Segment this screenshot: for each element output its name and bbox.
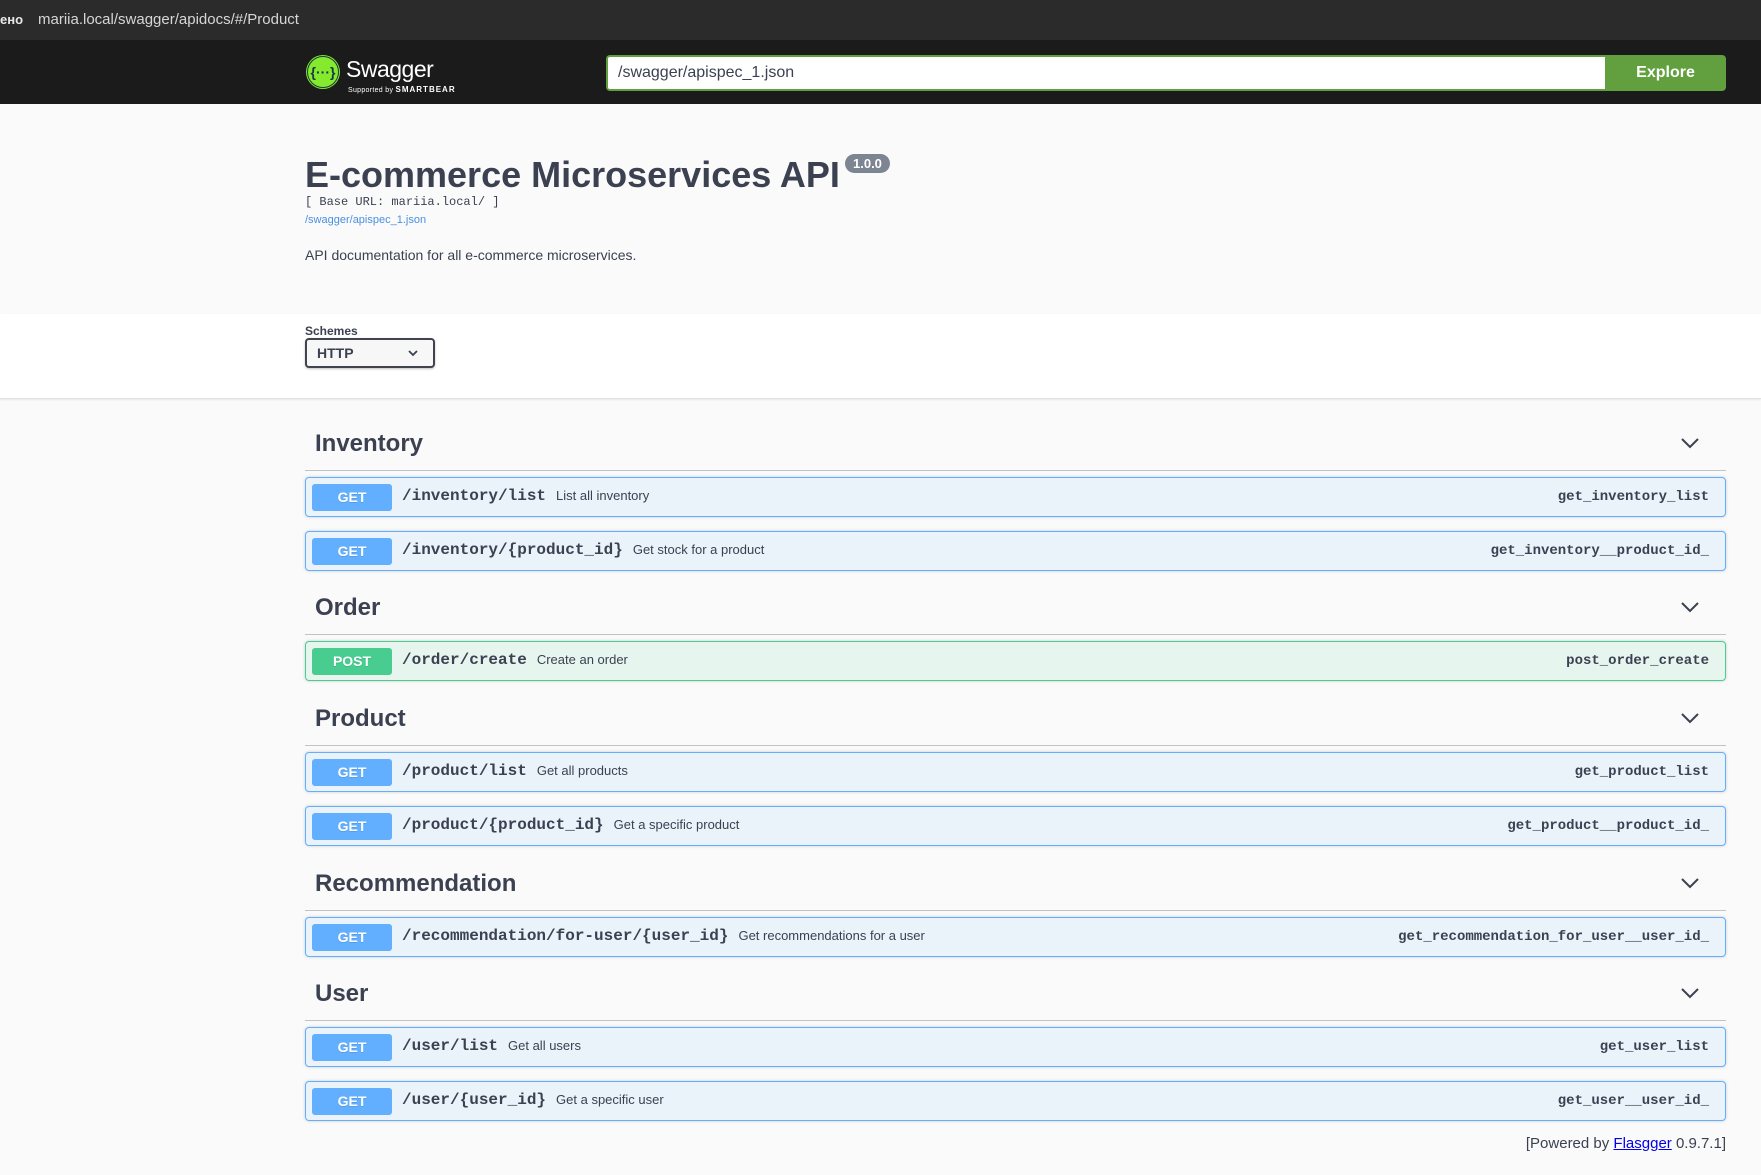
swagger-logo-text: Swagger [346, 56, 434, 82]
operation-id: get_inventory_list [1557, 489, 1709, 505]
operation-id: post_order_create [1566, 653, 1709, 669]
method-badge: GET [312, 538, 392, 565]
browser-address-bar[interactable]: ено mariia.local/swagger/apidocs/#/Produ… [0, 0, 1761, 40]
swagger-logo-icon: {···} [306, 55, 340, 89]
operation-summary: Create an order [536, 652, 628, 667]
operation-summary: Get a specific product [613, 817, 740, 832]
swagger-topbar: {···} Swagger Supported by SMARTBEAR Exp… [0, 40, 1761, 104]
path-text: /product/list [402, 762, 527, 780]
operation-post-order-create[interactable]: POST /order/create Create an order post_o… [305, 641, 1726, 681]
schemes-selected-value: HTTP [317, 345, 354, 361]
operation-summary: Get all users [508, 1038, 581, 1053]
tag-name: Order [315, 594, 381, 621]
operation-get-recommendation-for-user[interactable]: GET /recommendation/for-user/{user_id} Ge… [305, 917, 1726, 957]
path-text: /order/create [402, 651, 527, 669]
logo-sub-prefix: Supported by [348, 87, 394, 94]
operation-get-product-product-id[interactable]: GET /product/{product_id} Get a specific … [305, 806, 1726, 846]
operation-id: get_inventory__product_id_ [1490, 543, 1709, 559]
schemes-section: Schemes HTTP [0, 314, 1761, 399]
method-badge: GET [312, 924, 392, 951]
operation-path: /product/{product_id} Get a specific prod… [402, 816, 739, 834]
operation-get-inventory-list[interactable]: GET /inventory/list List all inventory ge… [305, 477, 1726, 517]
path-text: /product/{product_id} [402, 816, 604, 834]
operation-summary: Get all products [536, 763, 628, 778]
logo-sub-brand: SMARTBEAR [395, 85, 456, 94]
operation-id: get_product__product_id_ [1507, 818, 1709, 834]
tag-section-order: Order POST /order/create Create an order … [305, 582, 1726, 695]
tag-name: Inventory [315, 430, 424, 457]
operation-get-product-list[interactable]: GET /product/list Get all products get_pr… [305, 752, 1726, 792]
chevron-down-icon [408, 350, 418, 357]
tag-name: Recommendation [315, 870, 517, 897]
operation-id: get_recommendation_for_user__user_id_ [1398, 929, 1709, 945]
chevron-down-icon[interactable] [1680, 600, 1700, 614]
tag-name: User [315, 980, 369, 1007]
spec-link[interactable]: /swagger/apispec_1.json [305, 214, 426, 226]
chevron-down-icon[interactable] [1680, 986, 1700, 1000]
operation-path: /recommendation/for-user/{user_id} Get re… [402, 927, 925, 945]
method-badge: GET [312, 1088, 392, 1115]
operation-path: /inventory/{product_id} Get stock for a p… [402, 541, 764, 559]
operation-path: /user/{user_id} Get a specific user [402, 1091, 664, 1109]
security-label: ено [0, 12, 24, 27]
tag-header-product[interactable]: Product [305, 693, 1726, 746]
powered-by-footer: [Powered by Flasgger 0.9.7.1] [1526, 1135, 1726, 1152]
operation-path: /user/list Get all users [402, 1037, 581, 1055]
address-url[interactable]: mariia.local/swagger/apidocs/#/Product [38, 11, 299, 28]
schemes-select[interactable]: HTTP [305, 338, 435, 368]
chevron-down-icon[interactable] [1680, 436, 1700, 450]
method-badge: POST [312, 648, 392, 675]
path-text: /recommendation/for-user/{user_id} [402, 927, 729, 945]
operation-get-user-user-id[interactable]: GET /user/{user_id} Get a specific user g… [305, 1081, 1726, 1121]
operation-id: get_user_list [1599, 1039, 1709, 1055]
tag-section-recommendation: Recommendation GET /recommendation/for-u… [305, 858, 1726, 971]
method-badge: GET [312, 759, 392, 786]
tag-section-inventory: Inventory GET /inventory/list List all in… [305, 418, 1726, 585]
operation-path: /inventory/list List all inventory [402, 487, 649, 505]
tag-name: Product [315, 705, 406, 732]
path-text: /inventory/{product_id} [402, 541, 623, 559]
method-badge: GET [312, 1034, 392, 1061]
base-url: [ Base URL: mariia.local/ ] [305, 195, 500, 209]
api-description: API documentation for all e-commerce mic… [305, 247, 637, 263]
svg-text:{···}: {···} [311, 64, 336, 80]
swagger-logo-sub: Supported by SMARTBEAR [348, 85, 456, 94]
explore-button[interactable]: Explore [1605, 55, 1726, 91]
operation-get-inventory-product-id[interactable]: GET /inventory/{product_id} Get stock for… [305, 531, 1726, 571]
operation-summary: Get a specific user [556, 1092, 664, 1107]
api-title: E-commerce Microservices API [305, 154, 840, 195]
spec-url-input[interactable] [606, 55, 1606, 91]
method-badge: GET [312, 484, 392, 511]
footer-prefix: [Powered by [1525, 1135, 1614, 1152]
chevron-down-icon[interactable] [1680, 876, 1700, 890]
operation-summary: Get recommendations for a user [738, 928, 925, 943]
operation-summary: Get stock for a product [632, 542, 765, 557]
tag-header-recommendation[interactable]: Recommendation [305, 858, 1726, 911]
operation-get-user-list[interactable]: GET /user/list Get all users get_user_lis… [305, 1027, 1726, 1067]
tag-header-user[interactable]: User [305, 968, 1726, 1021]
version-badge: 1.0.0 [845, 154, 890, 173]
operation-id: get_user__user_id_ [1557, 1093, 1709, 1109]
tag-header-order[interactable]: Order [305, 582, 1726, 635]
flasgger-link[interactable]: Flasgger [1613, 1135, 1671, 1152]
operation-path: /order/create Create an order [402, 651, 628, 669]
method-badge: GET [312, 813, 392, 840]
tag-section-product: Product GET /product/list Get all product… [305, 693, 1726, 860]
tag-section-user: User GET /user/list Get all users get_use… [305, 968, 1726, 1135]
path-text: /inventory/list [402, 487, 547, 505]
path-text: /user/{user_id} [402, 1091, 547, 1109]
chevron-down-icon[interactable] [1680, 711, 1700, 725]
operation-summary: List all inventory [556, 488, 650, 503]
tag-header-inventory[interactable]: Inventory [305, 418, 1726, 471]
operation-id: get_product_list [1574, 764, 1709, 780]
footer-suffix: 0.9.7.1] [1671, 1135, 1726, 1152]
operation-path: /product/list Get all products [402, 762, 628, 780]
schemes-label: Schemes [305, 324, 358, 338]
path-text: /user/list [402, 1037, 499, 1055]
